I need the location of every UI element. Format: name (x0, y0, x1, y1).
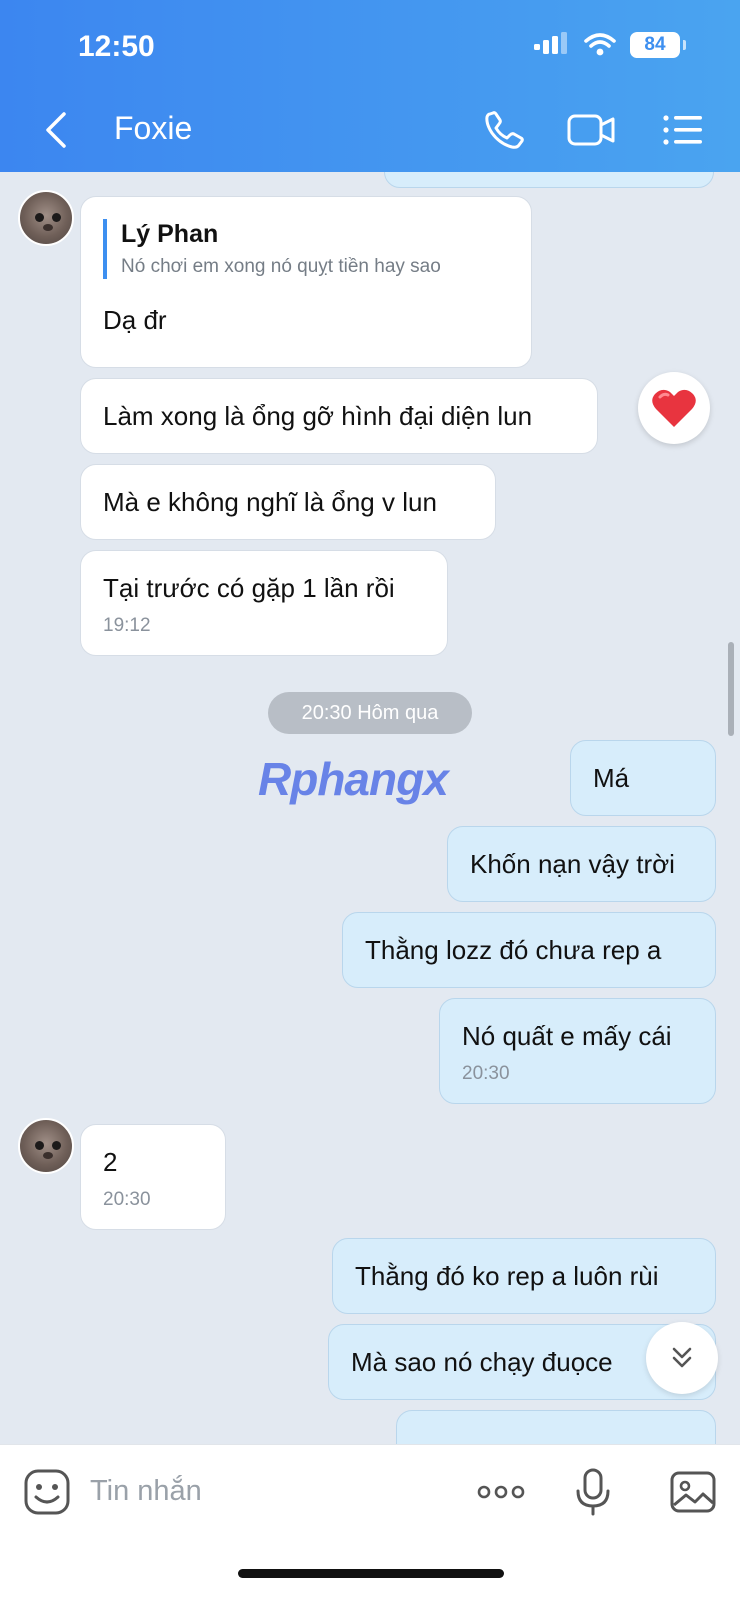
message-bubble[interactable]: Mà e không nghĩ là ổng v lun (80, 464, 496, 540)
message-text: Mà e không nghĩ là ổng v lun (103, 487, 437, 517)
signal-icon (534, 32, 567, 54)
watermark-text: Rphangx (258, 753, 449, 805)
scroll-indicator[interactable] (728, 642, 734, 736)
message-text: Má (593, 763, 630, 793)
message-text: Thằng lozz đó chưa rep a (365, 935, 662, 965)
back-arrow-icon[interactable] (40, 110, 72, 150)
quote-text: Nó chơi em xong nó quỵt tiền hay sao (121, 256, 441, 277)
message-bubble-outgoing[interactable]: Thằng lozz đó chưa rep a (342, 912, 716, 988)
battery-indicator: 84 (630, 32, 686, 58)
more-icon[interactable] (476, 1467, 526, 1517)
contact-avatar[interactable] (18, 190, 74, 246)
message-input-bar: Tin nhắn (0, 1444, 740, 1600)
message-input[interactable]: Tin nhắn (90, 1475, 202, 1508)
date-separator: 20:30 Hôm qua (268, 692, 472, 734)
message-bubble-outgoing[interactable]: Thằng đó ko rep a luôn rùi (332, 1238, 716, 1314)
phone-icon[interactable] (482, 108, 532, 152)
status-time: 12:50 (78, 30, 155, 63)
message-text: Khốn nạn vậy trời (470, 849, 675, 879)
message-text: Làm xong là ổng gỡ hình đại diện lun (103, 401, 533, 431)
contact-avatar[interactable] (18, 1118, 74, 1174)
message-time: 19:12 (103, 615, 151, 636)
message-text: Tại trước có gặp 1 lần rồi (103, 573, 395, 603)
scroll-to-bottom-button[interactable] (646, 1322, 718, 1394)
message-bubble-outgoing[interactable]: Má (570, 740, 716, 816)
message-bubble[interactable]: Tại trước có gặp 1 lần rồi 19:12 (80, 550, 448, 656)
battery-level: 84 (644, 34, 666, 55)
heart-icon (652, 389, 696, 427)
message-bubble-outgoing[interactable]: Khốn nạn vậy trời (447, 826, 716, 902)
wifi-icon (584, 33, 616, 56)
message-text: Nó quất e mấy cái (462, 1021, 672, 1051)
message-list[interactable]: Lý Phan Nó chơi em xong nó quỵt tiền hay… (0, 172, 740, 1444)
message-bubble-partial[interactable] (384, 172, 714, 188)
image-icon[interactable] (668, 1467, 718, 1517)
message-time: 20:30 (462, 1063, 510, 1084)
quote-author: Lý Phan (121, 220, 219, 248)
home-indicator (238, 1569, 504, 1578)
chat-title[interactable]: Foxie (114, 110, 192, 147)
sticker-icon[interactable] (22, 1467, 72, 1517)
status-icons: 84 (532, 32, 686, 58)
chevron-double-down-icon (672, 1347, 692, 1368)
message-bubble-outgoing[interactable]: Nó quất e mấy cái 20:30 (439, 998, 716, 1104)
quoted-message[interactable]: Lý Phan Nó chơi em xong nó quỵt tiền hay… (103, 219, 509, 279)
list-menu-icon[interactable] (660, 108, 710, 152)
message-time: 20:30 (103, 1189, 151, 1210)
message-text: Mà sao nó chạy đuọce (351, 1347, 613, 1377)
message-bubble-partial[interactable] (396, 1410, 716, 1444)
message-text: Thằng đó ko rep a luôn rùi (355, 1261, 659, 1291)
message-bubble[interactable]: Làm xong là ổng gỡ hình đại diện lun (80, 378, 598, 454)
message-bubble-reply[interactable]: Lý Phan Nó chơi em xong nó quỵt tiền hay… (80, 196, 532, 368)
message-text: 2 (103, 1147, 118, 1177)
message-text: Dạ đr (103, 305, 167, 335)
microphone-icon[interactable] (568, 1467, 618, 1517)
reaction-badge[interactable] (638, 372, 710, 444)
chat-header: 12:50 84 Foxie (0, 0, 740, 172)
video-call-icon[interactable] (566, 108, 616, 152)
message-bubble[interactable]: 2 20:30 (80, 1124, 226, 1230)
